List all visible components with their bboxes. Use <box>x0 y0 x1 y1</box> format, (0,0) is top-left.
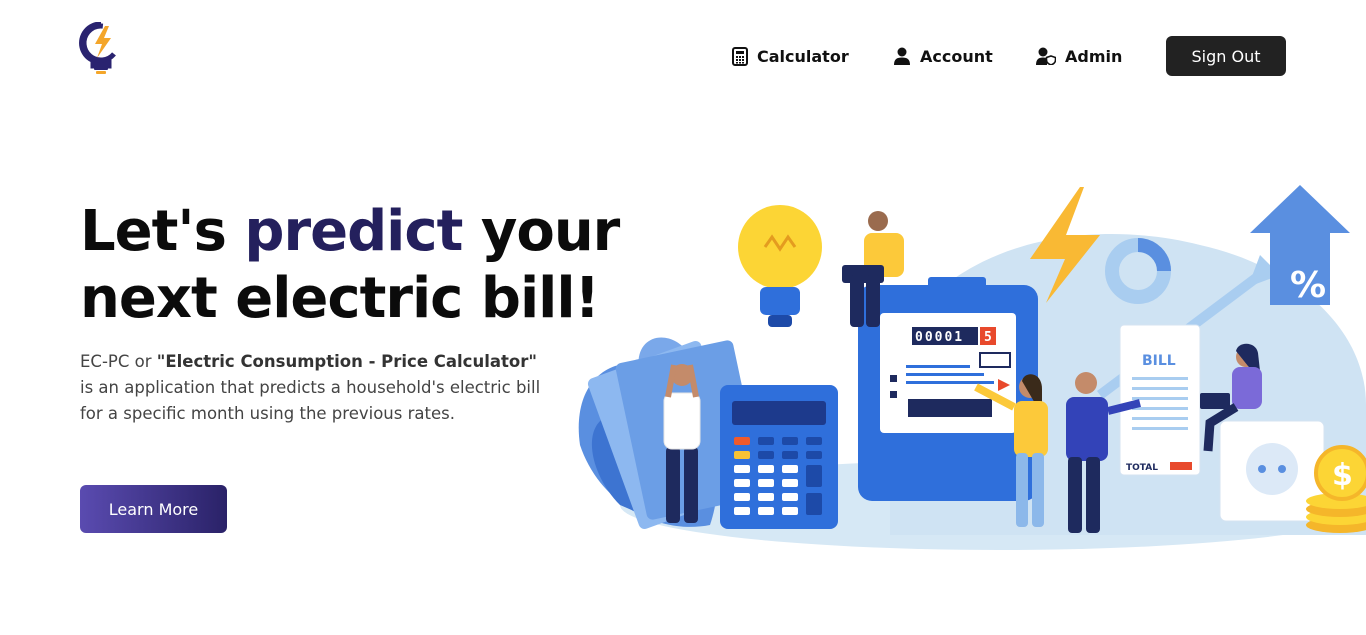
bill-total: TOTAL <box>1126 463 1158 473</box>
calculator-icon <box>732 46 748 66</box>
nav-calculator[interactable]: Calculator <box>732 46 849 66</box>
lightbulb-logo-icon <box>79 21 121 74</box>
learn-more-button[interactable]: Learn More <box>80 485 227 533</box>
user-shield-icon <box>1036 47 1056 65</box>
lightbulb-graphic <box>738 205 822 327</box>
sign-out-button[interactable]: Sign Out <box>1166 36 1286 76</box>
nav-account[interactable]: Account <box>893 47 993 66</box>
hero-headline: Let's predict your next electric bill! <box>80 198 640 332</box>
nav-admin-label: Admin <box>1065 46 1123 66</box>
meter-digits: 00001 <box>915 330 964 345</box>
meter-square <box>890 391 897 398</box>
desc-bold: "Electric Consumption - Price Calculator… <box>156 352 537 371</box>
nav-admin[interactable]: Admin <box>1036 47 1122 66</box>
desc-suffix: is an application that predicts a househ… <box>80 378 541 423</box>
app-logo[interactable] <box>79 21 123 76</box>
calculator-screen <box>732 401 826 425</box>
outlet-socket <box>1246 443 1298 495</box>
bill-title: BILL <box>1142 353 1176 369</box>
coin-dollar: $ <box>1332 458 1353 493</box>
desc-prefix: EC-PC or <box>80 352 157 371</box>
meter-square <box>890 375 897 382</box>
headline-accent: predict <box>244 199 463 264</box>
hero-illustration: 00001 5 % BILL TOTAL $ <box>578 185 1366 550</box>
nav-calculator-label: Calculator <box>757 46 849 66</box>
bill-receipt: BILL TOTAL <box>1119 324 1201 476</box>
hero-description: EC-PC or "Electric Consumption - Price C… <box>80 349 550 427</box>
nav-account-label: Account <box>920 46 993 66</box>
percent-sign: % <box>1290 265 1326 306</box>
meter-barcode <box>908 399 992 417</box>
headline-part1: Let's <box>80 199 245 264</box>
user-icon <box>894 47 910 65</box>
meter-red-digit: 5 <box>984 330 992 345</box>
